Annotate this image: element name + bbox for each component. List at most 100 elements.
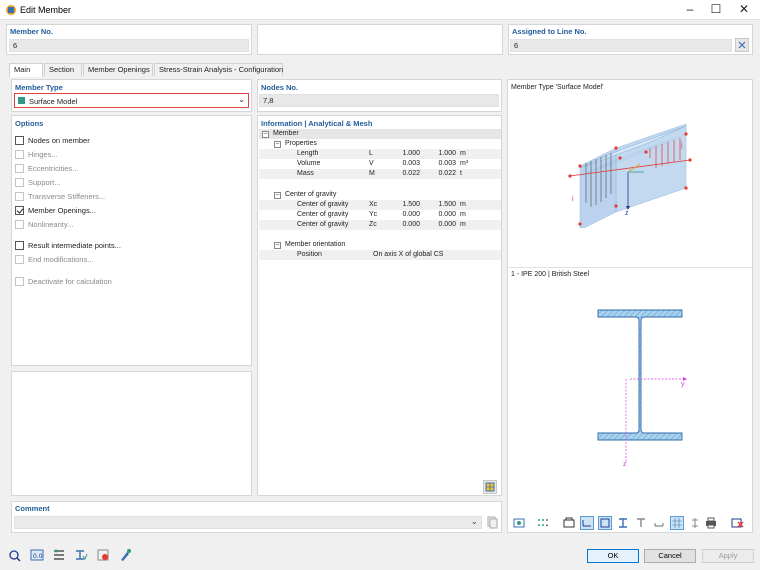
preview-model-label: Member Type 'Surface Model' xyxy=(511,84,604,91)
grid-icon[interactable] xyxy=(670,516,684,530)
checkbox xyxy=(15,255,24,264)
option-label: Hinges... xyxy=(28,150,58,159)
prop-value: 0.000 xyxy=(402,211,420,218)
tree-label: Properties xyxy=(285,140,317,147)
tree-row-zc: Center of gravity Zc 0.000 0.000 m xyxy=(259,220,501,230)
units-icon[interactable]: 0.0 xyxy=(30,548,44,562)
prop-value: 0.003 xyxy=(438,160,456,167)
prop-symbol: L xyxy=(369,150,373,157)
checkbox[interactable] xyxy=(15,206,24,215)
axis-icon[interactable] xyxy=(688,516,702,530)
t-section-icon[interactable] xyxy=(634,516,648,530)
nodes-label: Nodes No. xyxy=(261,83,299,92)
option-label: Support... xyxy=(28,178,61,187)
prop-value: 0.000 xyxy=(438,221,456,228)
i-section-icon[interactable] xyxy=(616,516,630,530)
tab-stress-strain[interactable]: Stress-Strain Analysis - Configuration xyxy=(154,63,283,76)
checkbox xyxy=(15,220,24,229)
prop-value: 1.500 xyxy=(438,201,456,208)
title-bar: Edit Member – ☐ ✕ xyxy=(0,0,760,20)
prop-unit: m xyxy=(460,150,466,157)
print-icon[interactable] xyxy=(704,516,718,530)
tree-row-center-of-gravity[interactable]: – Center of gravity xyxy=(259,190,501,200)
collapse-icon[interactable]: – xyxy=(262,131,269,138)
close-button[interactable]: ✕ xyxy=(730,0,758,20)
collapse-icon[interactable]: – xyxy=(274,141,281,148)
assigned-line-label: Assigned to Line No. xyxy=(512,27,587,36)
option-label: Transverse Stiffeners... xyxy=(28,192,106,201)
prop-name: Length xyxy=(297,150,319,157)
app-icon xyxy=(6,5,16,15)
prop-value: On axis X of global CS xyxy=(373,251,444,258)
tree-row-member[interactable]: – Member xyxy=(259,129,501,139)
option-label: Member Openings... xyxy=(28,206,96,215)
list-settings-icon[interactable] xyxy=(52,548,66,562)
tab-section[interactable]: Section xyxy=(44,63,82,76)
ok-button[interactable]: OK xyxy=(587,549,639,563)
view-settings-icon[interactable] xyxy=(512,516,526,530)
option-label: Eccentricities... xyxy=(28,164,79,173)
tree-row-mass: Mass M 0.022 0.022 t xyxy=(259,169,501,179)
dimension-icon[interactable] xyxy=(580,516,594,530)
tree-row-xc: Center of gravity Xc 1.500 1.500 m xyxy=(259,200,501,210)
tab-member-openings[interactable]: Member Openings xyxy=(83,63,153,76)
option-label: Nonlinearity... xyxy=(28,220,74,229)
tree-label: Member orientation xyxy=(285,241,346,248)
checkbox[interactable] xyxy=(15,241,24,250)
prop-symbol: Zc xyxy=(369,221,377,228)
section-axis-z-label: z xyxy=(623,461,627,468)
info-icon[interactable] xyxy=(96,548,110,562)
comment-label: Comment xyxy=(15,504,50,513)
collapse-icon[interactable]: – xyxy=(274,192,281,199)
member-type-dropdown[interactable]: Surface Model ⌄ xyxy=(14,93,249,108)
tab-main[interactable]: Main xyxy=(9,63,43,77)
copy-comment-icon[interactable] xyxy=(485,515,499,529)
display-points-icon[interactable] xyxy=(536,516,550,530)
apply-button[interactable]: Apply xyxy=(702,549,754,563)
prop-name: Center of gravity xyxy=(297,201,349,208)
tree-row-length: Length L 1.000 1.000 m xyxy=(259,149,501,159)
select-line-icon[interactable] xyxy=(735,38,749,52)
reset-view-icon[interactable] xyxy=(730,516,744,530)
info-label: Information | Analytical & Mesh xyxy=(261,119,373,128)
prop-value: 0.003 xyxy=(402,160,420,167)
prop-value: 0.022 xyxy=(438,170,456,177)
comment-chevron-down-icon[interactable]: ⌄ xyxy=(471,517,478,526)
nodes-field[interactable]: 7,8 xyxy=(259,94,499,107)
preview-section-label: 1 - IPE 200 | British Steel xyxy=(511,271,590,278)
comment-input[interactable] xyxy=(14,516,482,529)
tree-label: Member xyxy=(273,130,299,137)
checkbox xyxy=(15,150,24,159)
details-panel xyxy=(11,371,252,496)
maximize-button[interactable]: ☐ xyxy=(702,0,730,20)
table-export-icon[interactable] xyxy=(483,480,497,494)
prop-value: 1.500 xyxy=(402,201,420,208)
prop-value: 1.000 xyxy=(402,150,420,157)
member-type-swatch xyxy=(18,97,25,104)
section-image xyxy=(597,309,687,463)
collapse-icon[interactable]: – xyxy=(274,242,281,249)
option-label: End modifications... xyxy=(28,255,94,264)
flat-section-icon[interactable] xyxy=(652,516,666,530)
section-axis-y-label: y xyxy=(681,381,685,388)
minimize-button[interactable]: – xyxy=(676,0,704,20)
outline-icon[interactable] xyxy=(598,516,612,530)
section-box-icon[interactable] xyxy=(562,516,576,530)
prop-name: Center of gravity xyxy=(297,211,349,218)
checkbox[interactable] xyxy=(15,136,24,145)
option-label: Deactivate for calculation xyxy=(28,277,112,286)
pick-icon[interactable] xyxy=(118,548,132,562)
help-icon[interactable] xyxy=(8,548,22,562)
cancel-button[interactable]: Cancel xyxy=(644,549,696,563)
member-no-field[interactable]: 6 xyxy=(9,39,249,52)
prop-symbol: V xyxy=(369,160,374,167)
member-no-label: Member No. xyxy=(10,27,53,36)
option-label: Result intermediate points... xyxy=(28,241,121,250)
tree-row-member-orientation[interactable]: – Member orientation xyxy=(259,240,501,250)
prop-unit: m xyxy=(460,201,466,208)
assigned-line-field[interactable]: 6 xyxy=(510,39,732,52)
option-label: Nodes on member xyxy=(28,136,90,145)
section-check-icon[interactable] xyxy=(74,548,88,562)
prop-unit: m xyxy=(460,211,466,218)
tree-row-properties[interactable]: – Properties xyxy=(259,139,501,149)
